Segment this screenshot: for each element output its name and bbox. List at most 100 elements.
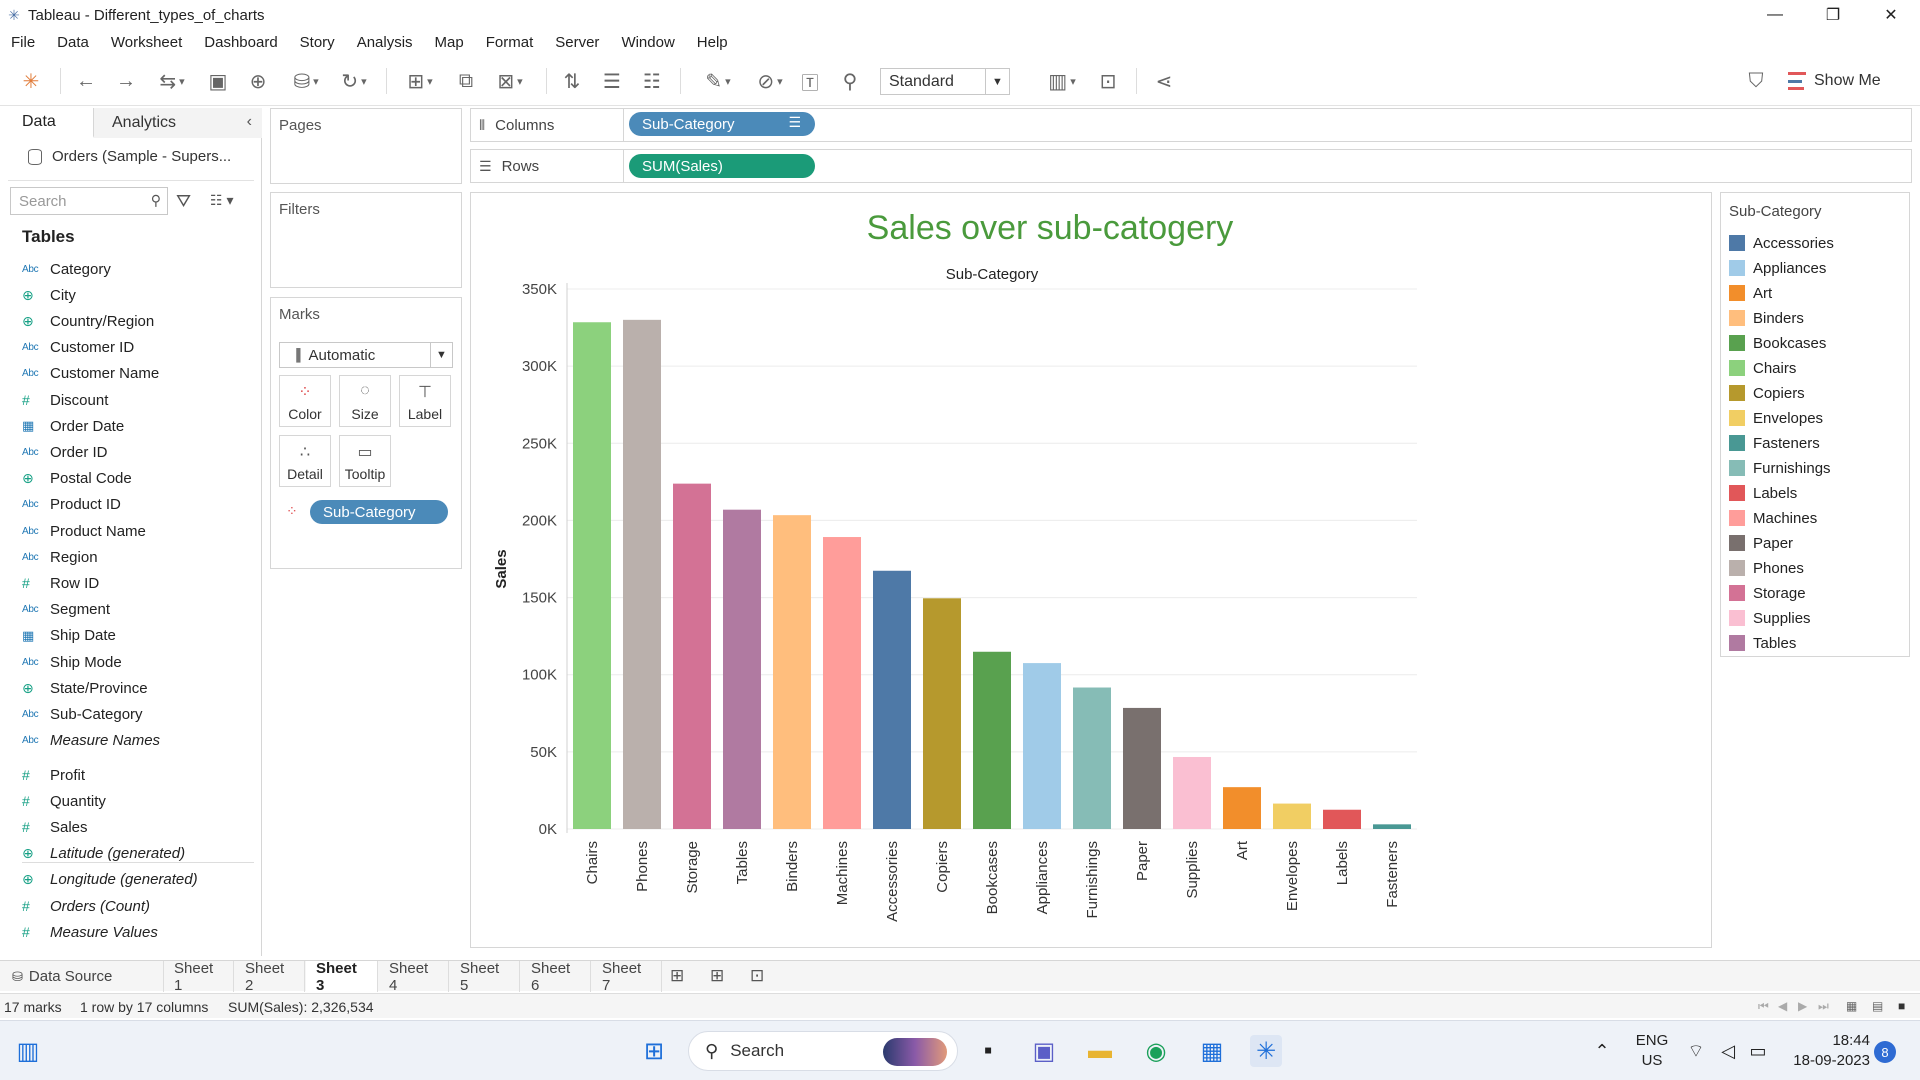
volume-icon[interactable]: ◁ xyxy=(1712,1035,1744,1067)
sorter-view-icon[interactable]: ▤ xyxy=(1872,999,1883,1013)
field-item[interactable]: Abc Region xyxy=(22,546,98,568)
swap-rows-columns-icon[interactable]: ⇅ xyxy=(558,68,586,94)
new-dashboard-icon[interactable]: ⊞ xyxy=(710,966,724,986)
data-source-tab[interactable]: ⛁ Data Source xyxy=(0,961,164,992)
field-item[interactable]: Abc Customer ID xyxy=(22,337,134,359)
pages-card[interactable]: Pages xyxy=(270,108,462,184)
sheet-tab[interactable]: Sheet 4 xyxy=(379,960,449,994)
task-view-icon[interactable]: ▪ xyxy=(972,1035,1004,1067)
field-item[interactable]: # Row ID xyxy=(22,572,99,594)
language-indicator[interactable]: ENG US xyxy=(1632,1031,1672,1071)
wifi-icon[interactable]: ⌔ xyxy=(1680,1035,1712,1067)
save-icon[interactable]: ▣ xyxy=(204,68,232,94)
start-icon[interactable]: ⊞ xyxy=(638,1035,670,1067)
clear-sheet-icon[interactable]: ⊠ xyxy=(488,68,532,94)
field-item[interactable]: # Discount xyxy=(22,389,108,411)
measure-item[interactable]: # Profit xyxy=(22,764,85,786)
field-item[interactable]: Abc Sub-Category xyxy=(22,703,143,725)
legend-item[interactable]: Fasteners xyxy=(1729,433,1820,453)
legend-item[interactable]: Supplies xyxy=(1729,608,1811,628)
legend-item[interactable]: Binders xyxy=(1729,308,1804,328)
legend-item[interactable]: Furnishings xyxy=(1729,458,1831,478)
menu-story[interactable]: Story xyxy=(289,34,346,51)
new-worksheet-icon[interactable]: ⊞ xyxy=(398,68,442,94)
clock[interactable]: 18:44 18-09-2023 xyxy=(1780,1031,1870,1071)
field-item[interactable]: ▦ Order Date xyxy=(22,415,124,437)
field-item[interactable]: Abc Order ID xyxy=(22,441,108,463)
show-me-button[interactable]: Show Me xyxy=(1788,68,1881,94)
fit-select[interactable]: Standard ▼ xyxy=(880,68,1010,95)
field-item[interactable]: ⊕ City xyxy=(22,284,76,306)
battery-icon[interactable]: ▭ xyxy=(1742,1035,1774,1067)
last-sheet-icon[interactable]: ⏭ xyxy=(1818,999,1829,1014)
columns-pill-sub-category[interactable]: Sub-Category ☰ xyxy=(629,112,815,136)
redo-icon[interactable]: → xyxy=(112,68,140,94)
menu-window[interactable]: Window xyxy=(610,34,685,51)
menu-format[interactable]: Format xyxy=(475,34,545,51)
field-item[interactable]: ⊕ Country/Region xyxy=(22,310,154,332)
show-cards-icon[interactable]: ▥ xyxy=(1040,68,1084,94)
sheet-tab[interactable]: Sheet 7 xyxy=(592,960,662,994)
refresh-icon[interactable]: ↻ xyxy=(334,68,374,94)
new-story-icon[interactable]: ⊡ xyxy=(750,966,764,986)
show-labels-icon[interactable]: 🅃 xyxy=(796,68,824,94)
legend-item[interactable]: Paper xyxy=(1729,533,1793,553)
view-options-icon[interactable]: ☷ ▾ xyxy=(210,192,233,209)
mark-type-select[interactable]: ▐ Automatic ▼ xyxy=(279,342,453,368)
notification-badge[interactable]: 8 xyxy=(1874,1041,1896,1063)
sheet-tab[interactable]: Sheet 5 xyxy=(450,960,520,994)
legend-item[interactable]: Chairs xyxy=(1729,358,1796,378)
measure-item[interactable]: ⊕ Longitude (generated) xyxy=(22,869,198,891)
field-item[interactable]: Abc Segment xyxy=(22,599,110,621)
color-legend[interactable]: Sub-Category Accessories Appliances Art Bin… xyxy=(1720,192,1910,657)
measure-item[interactable]: # Quantity xyxy=(22,790,106,812)
sheet-tab[interactable]: Sheet 1 xyxy=(164,960,234,994)
share-icon[interactable]: ⋖ xyxy=(1150,68,1178,94)
legend-item[interactable]: Accessories xyxy=(1729,233,1834,253)
field-item[interactable]: Abc Measure Names xyxy=(22,730,160,752)
size-button[interactable]: ◌ Size xyxy=(339,375,391,427)
filmstrip-view-icon[interactable]: ▦ xyxy=(1846,999,1857,1013)
legend-item[interactable]: Art xyxy=(1729,283,1772,303)
filter-icon[interactable]: ⛛ xyxy=(176,191,191,212)
label-button[interactable]: ⊤ Label xyxy=(399,375,451,427)
close-icon[interactable]: ✕ xyxy=(1862,0,1920,30)
tab-analytics[interactable]: Analytics ‹ xyxy=(94,108,262,138)
field-item[interactable]: Abc Product Name xyxy=(22,520,146,542)
menu-file[interactable]: File xyxy=(0,34,46,51)
legend-item[interactable]: Tables xyxy=(1729,633,1796,653)
menu-data[interactable]: Data xyxy=(46,34,100,51)
format-painter-icon[interactable]: ⛉ xyxy=(1742,68,1770,94)
legend-item[interactable]: Labels xyxy=(1729,483,1797,503)
legend-item[interactable]: Bookcases xyxy=(1729,333,1826,353)
chart-view[interactable]: Sales over sub-catogery Sub-Category 0K 50K… xyxy=(470,192,1712,948)
file-explorer-icon[interactable]: ▬ xyxy=(1084,1035,1116,1067)
measure-item[interactable]: # Orders (Count) xyxy=(22,895,150,917)
field-item[interactable]: Abc Product ID xyxy=(22,494,121,516)
tableau-logo-icon[interactable]: ✳ xyxy=(18,68,44,94)
legend-item[interactable]: Storage xyxy=(1729,583,1806,603)
filters-card[interactable]: Filters xyxy=(270,192,462,288)
datasource-item[interactable]: Orders (Sample - Supers... xyxy=(28,148,231,165)
color-button[interactable]: ⁘ Color xyxy=(279,375,331,427)
taskbar-search[interactable]: ⚲ Search xyxy=(688,1031,958,1071)
menu-map[interactable]: Map xyxy=(424,34,475,51)
teams-icon[interactable]: ▣ xyxy=(1028,1035,1060,1067)
restore-icon[interactable]: ❐ xyxy=(1804,0,1862,30)
new-datasource-icon[interactable]: ⊕ xyxy=(244,68,272,94)
color-pill-sub-category[interactable]: Sub-Category xyxy=(310,500,448,524)
legend-item[interactable]: Machines xyxy=(1729,508,1817,528)
store-icon[interactable]: ▦ xyxy=(1196,1035,1228,1067)
tableau-taskbar-icon[interactable]: ✳ xyxy=(1250,1035,1282,1067)
field-item[interactable]: ▦ Ship Date xyxy=(22,625,116,647)
menu-worksheet[interactable]: Worksheet xyxy=(100,34,193,51)
legend-item[interactable]: Appliances xyxy=(1729,258,1826,278)
field-item[interactable]: Abc Customer Name xyxy=(22,363,159,385)
collapse-pane-icon[interactable]: ‹ xyxy=(247,113,252,131)
tabs-view-icon[interactable]: ■ xyxy=(1898,999,1905,1013)
legend-item[interactable]: Phones xyxy=(1729,558,1804,578)
new-worksheet-icon[interactable]: ⊞ xyxy=(670,966,684,986)
legend-item[interactable]: Copiers xyxy=(1729,383,1805,403)
edge-icon[interactable]: ◉ xyxy=(1140,1035,1172,1067)
sort-ascending-icon[interactable]: ☰ xyxy=(598,68,626,94)
